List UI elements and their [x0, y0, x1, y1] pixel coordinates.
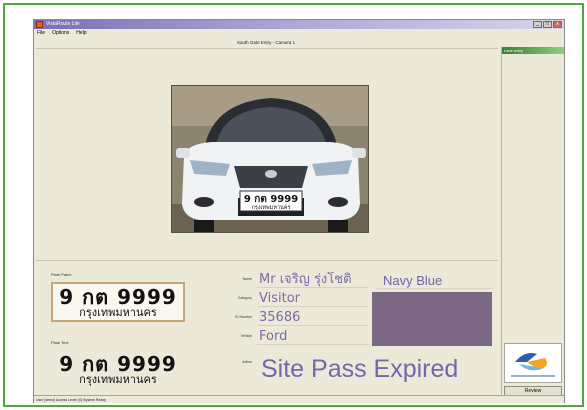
right-panel-header: Lane entry	[502, 47, 564, 54]
plate-patch-number: 9 กต 9999	[59, 285, 177, 309]
action-status-value: Site Pass Expired	[261, 355, 459, 383]
vehicle-label: Vehicle	[240, 334, 252, 338]
logo-box	[504, 343, 562, 383]
menu-help[interactable]: Help	[76, 29, 86, 37]
id-number-value: 35686	[257, 310, 369, 326]
vehicle-color-name: Navy Blue	[377, 273, 491, 289]
menu-options[interactable]: Options	[52, 29, 69, 37]
title-bar[interactable]: VistaRoute Lite _ □ x	[34, 20, 564, 29]
name-value: Mr เจริญ รุ่งโชติ	[257, 272, 369, 288]
action-label: Action	[242, 360, 252, 364]
vehicle-value: Ford	[257, 329, 369, 345]
category-value: Visitor	[257, 291, 369, 307]
camera-label: South Gate Entry - Camera 1	[236, 40, 296, 45]
menu-bar: File Options Help	[34, 29, 564, 37]
plate-text-number: 9 กต 9999	[59, 352, 177, 376]
company-logo	[511, 353, 555, 377]
right-panel: Lane entry Review	[501, 47, 564, 402]
minimize-button[interactable]: _	[533, 21, 542, 28]
car-plate-province: กรุงเทพมหานคร	[252, 205, 291, 211]
maximize-button[interactable]: □	[543, 21, 552, 28]
figure-frame: VistaRoute Lite _ □ x File Options Help …	[3, 3, 584, 407]
vehicle-color-swatch	[372, 292, 492, 346]
close-button[interactable]: x	[553, 21, 562, 28]
id-number-label: ID Number	[235, 315, 252, 319]
car-image: 9 กต 9999 กรุงเทพมหานคร	[172, 86, 368, 232]
window-title: VistaRoute Lite	[46, 21, 80, 27]
status-bar: User [demo] Access Level: [0] System Rea…	[34, 395, 564, 403]
car-plate-number: 9 กต 9999	[244, 194, 298, 205]
plate-text-label: Plate Text	[51, 340, 69, 345]
plate-patch-image: 9 กต 9999 กรุงเทพมหานคร	[51, 282, 185, 322]
vehicle-photo: 9 กต 9999 กรุงเทพมหานคร	[171, 85, 369, 233]
plate-patch-label: Plate Patch	[51, 272, 72, 277]
name-label: Name	[242, 277, 252, 281]
plate-text-field: 9 กต 9999 กรุงเทพมหานคร	[51, 352, 185, 390]
app-icon	[36, 21, 43, 28]
category-label: Category	[237, 296, 252, 300]
window-controls: _ □ x	[533, 21, 562, 28]
app-window: VistaRoute Lite _ □ x File Options Help …	[33, 19, 565, 403]
menu-file[interactable]: File	[37, 29, 45, 37]
